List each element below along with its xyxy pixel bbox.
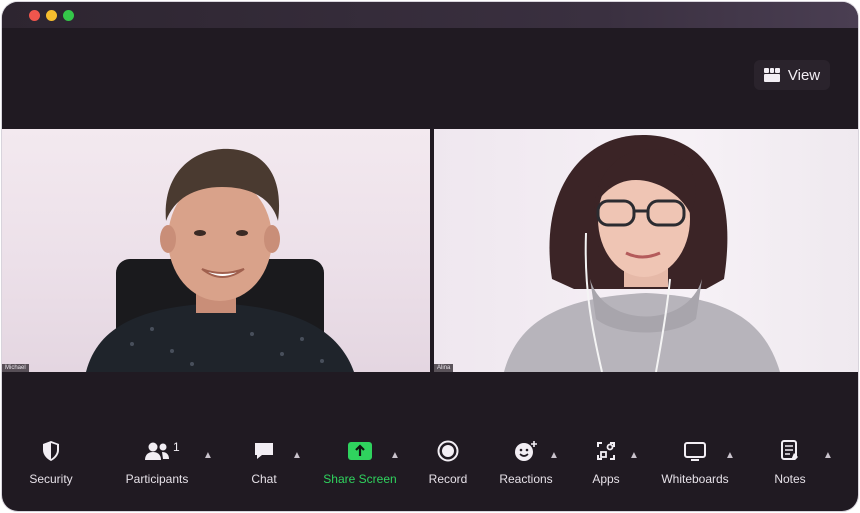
shield-icon [37,438,65,464]
meeting-toolbar: Security 1 Participants ▲ Chat ▲ Share S… [2,438,858,498]
whiteboard-icon [681,438,709,464]
whiteboards-caret-icon[interactable]: ▲ [724,450,736,461]
reactions-caret-icon[interactable]: ▲ [548,450,560,461]
record-button[interactable]: Record [426,438,470,494]
participant-name-tag: Alina [434,364,454,372]
grid-view-icon [763,68,780,82]
smiley-icon [512,438,540,464]
chat-button[interactable]: Chat [244,438,284,494]
whiteboards-label: Whiteboards [661,472,729,486]
apps-button[interactable]: Apps [586,438,626,494]
participant-video-alina [504,134,780,372]
chat-label: Chat [251,472,277,486]
share-screen-icon [346,438,374,464]
video-tile-michael[interactable]: Michael [2,129,430,372]
participant-video-michael [86,148,354,372]
participant-name-tag: Michael [2,364,29,372]
security-label: Security [29,472,73,486]
reactions-label: Reactions [499,472,553,486]
participants-count: 1 [173,440,180,454]
notes-label: Notes [774,472,806,486]
meeting-window: View Michael Alina Security 1 Participan… [2,2,858,511]
close-window-button[interactable] [29,10,40,21]
security-button[interactable]: Security [26,438,76,494]
apps-icon [592,438,620,464]
title-bar [2,2,858,28]
notes-button[interactable]: Notes [770,438,810,494]
notes-icon [776,438,804,464]
notes-caret-icon[interactable]: ▲ [822,450,834,461]
apps-label: Apps [592,472,620,486]
record-icon [434,438,462,464]
participants-label: Participants [125,472,189,486]
video-tile-alina[interactable]: Alina [434,129,858,372]
chat-bubble-icon [250,438,278,464]
fullscreen-window-button[interactable] [63,10,74,21]
whiteboards-button[interactable]: Whiteboards [658,438,732,494]
share-screen-label: Share Screen [323,472,397,486]
share-screen-caret-icon[interactable]: ▲ [389,450,401,461]
record-label: Record [428,472,468,486]
participants-caret-icon[interactable]: ▲ [202,450,214,461]
chat-caret-icon[interactable]: ▲ [291,450,303,461]
view-button[interactable]: View [754,60,830,90]
participants-button[interactable]: 1 Participants [122,438,192,494]
view-button-label: View [787,66,821,84]
apps-caret-icon[interactable]: ▲ [628,450,640,461]
share-screen-button[interactable]: Share Screen [320,438,400,494]
minimize-window-button[interactable] [46,10,57,21]
reactions-button[interactable]: Reactions [498,438,554,494]
participants-icon: 1 [143,438,180,464]
